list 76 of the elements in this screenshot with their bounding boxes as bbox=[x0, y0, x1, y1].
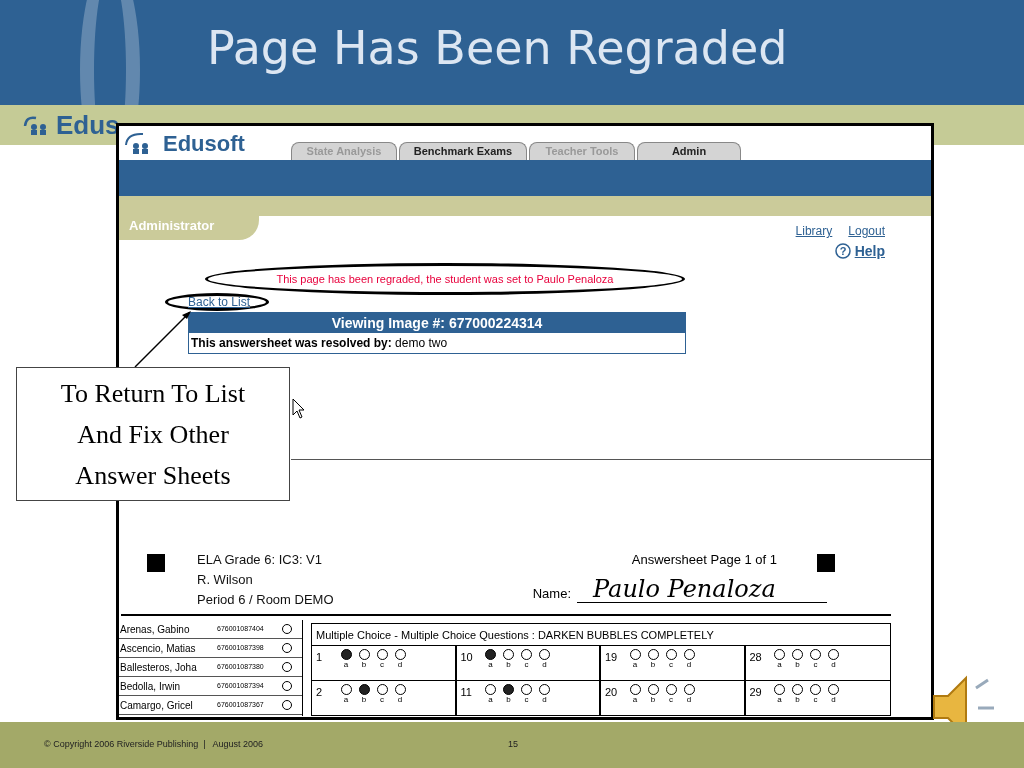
student-name: Ballesteros, Joha bbox=[120, 660, 198, 675]
nav-tab[interactable]: Admin bbox=[637, 142, 741, 160]
choice-letter: b bbox=[795, 695, 800, 705]
choice-letter: a bbox=[777, 695, 782, 705]
student-name: Bedolla, Irwin bbox=[120, 679, 182, 694]
period-room: Period 6 / Room DEMO bbox=[197, 591, 335, 609]
choice-letter: a bbox=[488, 695, 493, 705]
choice-letter: d bbox=[686, 660, 692, 670]
regraded-message: This page has been regraded, the student was set to Paulo Penaloza bbox=[276, 271, 614, 287]
help-icon: ? bbox=[834, 243, 851, 259]
question-number: 2 bbox=[316, 685, 324, 700]
choice-letter: b bbox=[650, 695, 656, 705]
callout-text: To Return To List bbox=[60, 377, 246, 410]
handwritten-name: Paulo Penaloza bbox=[577, 576, 827, 603]
question-number: 20 bbox=[605, 685, 619, 700]
registration-mark bbox=[817, 554, 835, 572]
header-link[interactable]: Library bbox=[795, 222, 833, 240]
app-logo: Edusoft bbox=[163, 129, 245, 158]
callout-text: Answer Sheets bbox=[75, 459, 231, 492]
question-number: 29 bbox=[749, 685, 763, 700]
student-name: Arenas, Gabino bbox=[120, 622, 191, 637]
header-link[interactable]: Logout bbox=[848, 222, 885, 240]
help-link[interactable]: Help bbox=[854, 240, 885, 262]
choice-letter: a bbox=[488, 660, 493, 670]
name-label: Name: bbox=[532, 584, 571, 603]
slide-logo: Edus bbox=[56, 108, 120, 142]
choice-letter: d bbox=[397, 660, 403, 670]
choice-letter: a bbox=[777, 660, 782, 670]
slide-title: Page Has Been Regraded bbox=[207, 20, 788, 77]
answer-instructions: Multiple Choice - Multiple Choice Questions : DARKEN BUBBLES COMPLETELY bbox=[312, 624, 890, 646]
test-name: ELA Grade 6: IC3: V1 bbox=[197, 551, 324, 569]
question-number: 11 bbox=[460, 685, 473, 700]
choice-letter: d bbox=[686, 695, 692, 705]
choice-letter: c bbox=[524, 695, 529, 705]
callout-text: And Fix Other bbox=[77, 418, 229, 451]
resolved-by: demo two bbox=[395, 336, 448, 350]
choice-letter: c bbox=[524, 660, 529, 670]
choice-letter: d bbox=[831, 695, 836, 705]
choice-letter: b bbox=[506, 660, 511, 670]
sheet-page: Answersheet Page 1 of 1 bbox=[631, 551, 777, 569]
choice-letter: b bbox=[361, 660, 367, 670]
slide-number: 15 bbox=[508, 738, 518, 752]
nav-tab[interactable]: Benchmark Exams bbox=[399, 142, 527, 160]
choice-letter: a bbox=[343, 660, 349, 670]
panel-title: Viewing Image #: 677000224314 bbox=[189, 313, 685, 333]
resolved-label: This answersheet was resolved by: bbox=[191, 336, 392, 350]
choice-letter: c bbox=[380, 695, 384, 705]
choice-letter: c bbox=[813, 695, 818, 705]
choice-letter: d bbox=[542, 660, 547, 670]
question-number: 10 bbox=[460, 650, 474, 665]
mouse-pointer-icon bbox=[292, 398, 305, 420]
choice-letter: b bbox=[506, 695, 511, 705]
choice-letter: b bbox=[795, 660, 800, 670]
choice-letter: b bbox=[650, 660, 656, 670]
question-number: 19 bbox=[605, 650, 619, 665]
question-number: 28 bbox=[749, 650, 763, 665]
choice-letter: a bbox=[343, 695, 349, 705]
choice-letter: c bbox=[813, 660, 818, 670]
back-to-list-link[interactable]: Back to List bbox=[188, 296, 251, 308]
choice-letter: a bbox=[632, 695, 638, 705]
student-name: Camargo, Gricel bbox=[120, 698, 194, 713]
registration-mark bbox=[147, 554, 165, 572]
choice-letter: a bbox=[632, 660, 638, 670]
teacher-name: R. Wilson bbox=[197, 571, 254, 589]
choice-letter: b bbox=[361, 695, 367, 705]
leader-line bbox=[133, 310, 193, 369]
student-name: Ascencio, Matias bbox=[120, 641, 197, 656]
choice-letter: c bbox=[669, 695, 673, 705]
role-label: Administrator bbox=[119, 216, 259, 240]
footer-copyright: © Copyright 2006 Riverside Publishing | August 2006 bbox=[44, 738, 265, 752]
choice-letter: d bbox=[542, 695, 547, 705]
choice-letter: d bbox=[831, 660, 836, 670]
choice-letter: c bbox=[669, 660, 673, 670]
choice-letter: d bbox=[397, 695, 403, 705]
question-number: 1 bbox=[316, 650, 324, 665]
choice-letter: c bbox=[380, 660, 384, 670]
